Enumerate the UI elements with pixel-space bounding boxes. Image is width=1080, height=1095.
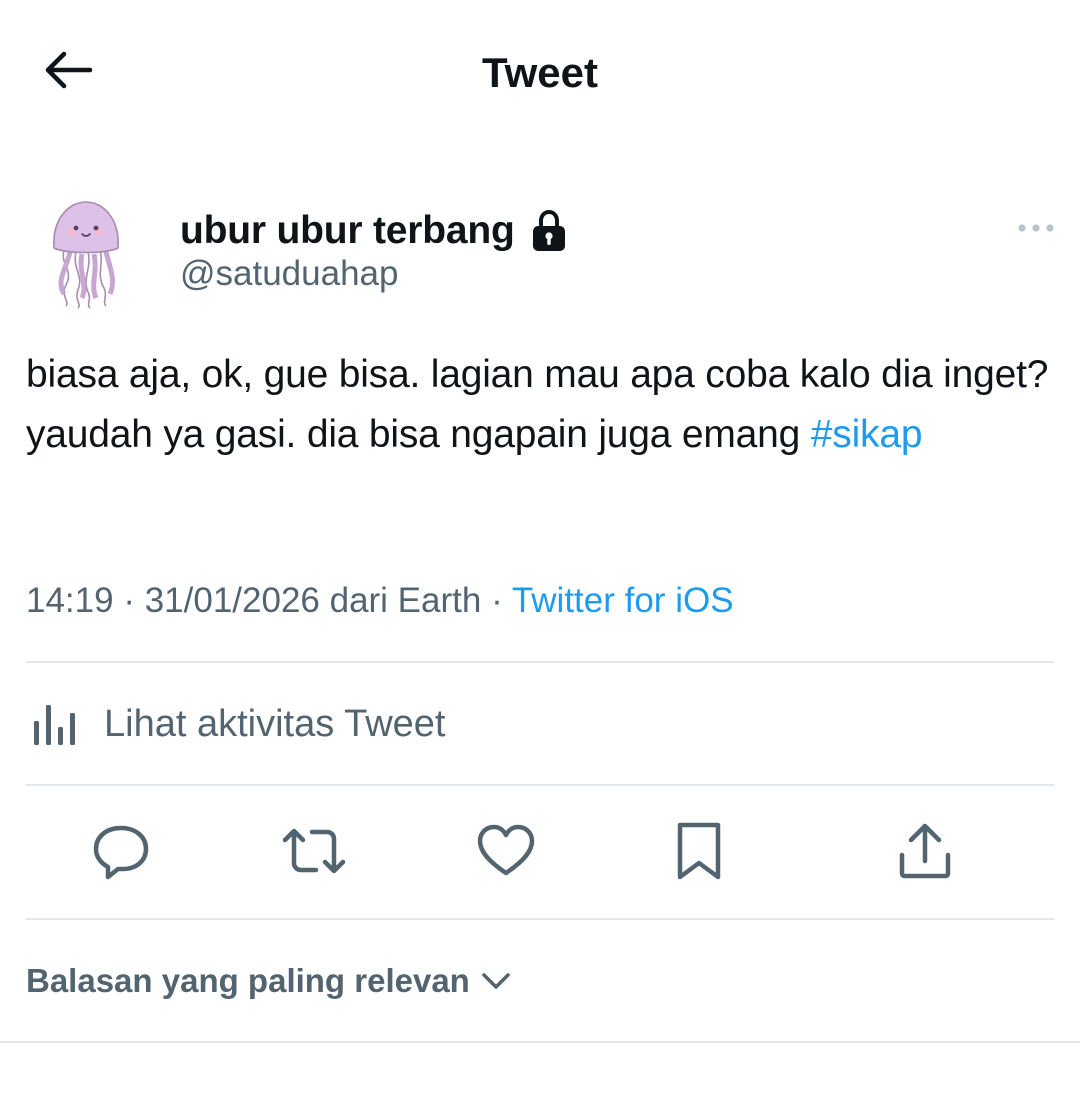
retweet-button[interactable] <box>281 820 347 886</box>
meta-separator: · <box>481 581 512 620</box>
activity-label: Lihat aktivitas Tweet <box>104 703 446 745</box>
reply-icon <box>91 821 151 886</box>
tweet-meta: 14:19 · 31/01/2026 dari Earth · Twitter … <box>26 578 734 624</box>
hashtag-link[interactable]: #sikap <box>811 413 923 456</box>
share-button[interactable] <box>892 820 958 886</box>
user-handle[interactable]: @satuduahap <box>180 252 398 296</box>
view-tweet-activity[interactable]: Lihat aktivitas Tweet <box>26 664 1054 784</box>
divider <box>0 1041 1080 1043</box>
tweet-date: 31/01/2026 <box>144 581 320 620</box>
meta-separator: · <box>113 581 145 620</box>
lock-icon <box>529 209 569 253</box>
share-icon <box>897 821 953 886</box>
bookmark-icon <box>674 821 724 886</box>
tweet-author: ubur ubur terbang @satuduahap <box>26 190 1056 315</box>
retweet-icon <box>282 821 346 886</box>
reply-sort-label: Balasan yang paling relevan <box>26 962 470 999</box>
reply-sort-dropdown[interactable]: Balasan yang paling relevan <box>26 956 512 1006</box>
jellyfish-avatar <box>53 201 119 309</box>
tweet-time: 14:19 <box>26 581 114 620</box>
divider <box>26 661 1054 663</box>
avatar[interactable] <box>26 190 146 310</box>
more-options-button[interactable] <box>1016 218 1056 242</box>
tweet-source-link[interactable]: Twitter for iOS <box>512 581 734 620</box>
display-name-row[interactable]: ubur ubur terbang <box>180 206 569 256</box>
page-title: Tweet <box>482 49 598 96</box>
top-bar: Tweet <box>0 0 1080 145</box>
chevron-down-icon <box>480 965 512 997</box>
reply-button[interactable] <box>88 820 154 886</box>
more-horizontal-icon <box>1016 221 1056 239</box>
tweet-text: biasa aja, ok, gue bisa. lagian mau apa … <box>26 345 1056 465</box>
heart-icon <box>476 823 536 884</box>
bookmark-button[interactable] <box>666 820 732 886</box>
tweet-location: dari Earth <box>319 581 482 620</box>
tweet-actions <box>26 786 1054 918</box>
display-name[interactable]: ubur ubur terbang <box>180 208 515 254</box>
analytics-icon <box>26 696 82 752</box>
like-button[interactable] <box>473 820 539 886</box>
divider <box>26 918 1054 920</box>
